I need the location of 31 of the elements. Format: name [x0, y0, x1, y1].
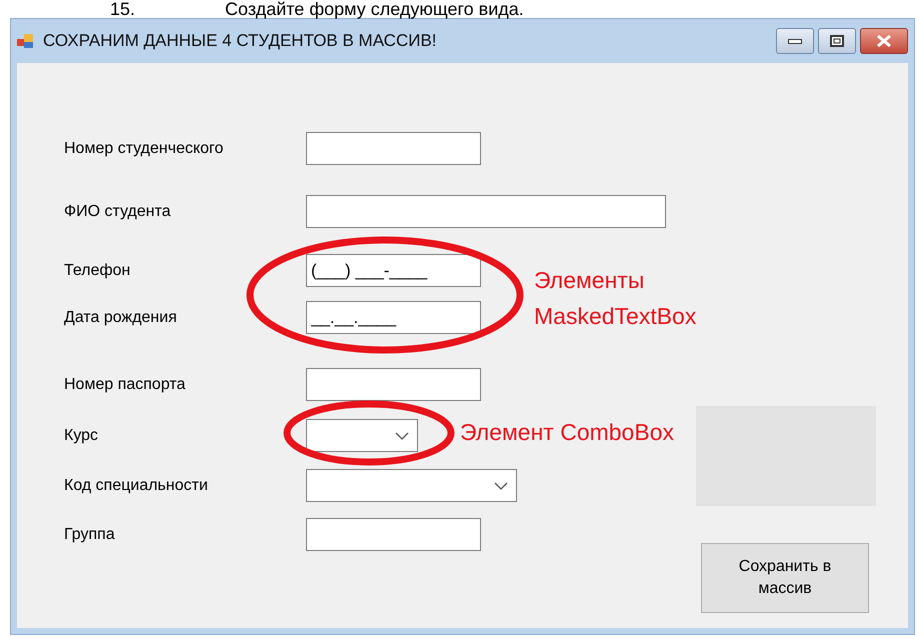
annotation-text: Элемент ComboBox [460, 418, 674, 446]
text-input-field[interactable] [306, 195, 666, 228]
chevron-down-icon [494, 482, 508, 490]
save-button[interactable]: Сохранить в массив [701, 543, 869, 613]
maximize-icon [830, 35, 844, 47]
field-label: Группа [64, 524, 116, 544]
masked-input-field[interactable]: __.__.____ [306, 301, 481, 334]
field-label: Дата рождения [64, 308, 178, 328]
masked-input-field[interactable]: (___) ___-____ [306, 254, 481, 287]
close-icon [876, 35, 892, 47]
field-label: Телефон [64, 260, 132, 280]
field-label: Курс [64, 426, 100, 446]
text-input-field[interactable] [306, 368, 481, 401]
close-button[interactable] [860, 28, 908, 54]
heading-number: 15. [110, 0, 136, 18]
field-label: Номер паспорта [64, 374, 186, 394]
field-label: Код специальности [64, 476, 209, 496]
combo-box[interactable] [306, 469, 517, 502]
chevron-down-icon [395, 432, 409, 440]
minimize-button[interactable] [776, 28, 814, 54]
minimize-icon [788, 38, 802, 44]
text-input-field[interactable] [306, 518, 481, 551]
maximize-button[interactable] [818, 28, 856, 54]
text-input-field[interactable] [306, 132, 481, 165]
form-icon [17, 33, 35, 49]
document-heading: Создайте форму следующего вида. [225, 0, 524, 18]
combo-box[interactable] [306, 419, 418, 452]
window-title: СОХРАНИМ ДАННЫЕ 4 СТУДЕНТОВ В МАССИВ! [43, 30, 437, 52]
field-label: ФИО студента [64, 202, 172, 222]
annotation-text: Элементы MaskedTextBox [534, 266, 698, 331]
field-label: Номер студенческого [64, 138, 224, 158]
